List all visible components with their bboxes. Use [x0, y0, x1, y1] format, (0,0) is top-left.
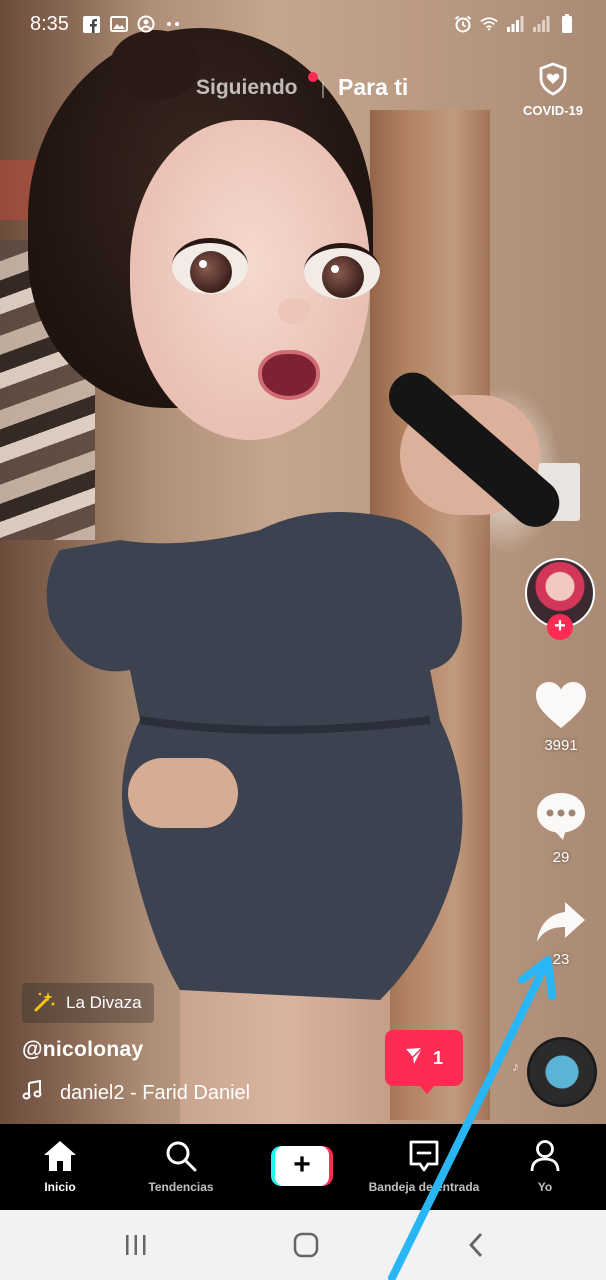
comment-icon	[534, 793, 588, 846]
instagram-icon	[137, 15, 155, 33]
home-button[interactable]	[276, 1228, 336, 1262]
comment-count: 29	[552, 849, 570, 866]
inbox-notification-badge[interactable]: 1	[385, 1030, 463, 1094]
back-button[interactable]	[446, 1228, 506, 1262]
covid-label: COVID-19	[523, 103, 583, 118]
create-button[interactable]: +	[271, 1146, 333, 1186]
recent-apps-button[interactable]	[106, 1228, 166, 1262]
nav-home[interactable]: Inicio	[0, 1138, 120, 1194]
music-disc[interactable]	[527, 1037, 597, 1107]
nav-discover[interactable]: Tendencias	[121, 1138, 241, 1194]
tab-following[interactable]: Siguiendo	[196, 76, 298, 100]
inbox-badge-count: 1	[432, 1047, 443, 1068]
signal-icon	[532, 15, 550, 33]
music-note-icon: ♪	[512, 1058, 519, 1074]
dress	[46, 512, 463, 1000]
home-icon	[0, 1138, 120, 1174]
music-note-icon	[22, 1079, 42, 1106]
video-frame[interactable]	[0, 0, 606, 1130]
follow-button[interactable]: +	[547, 614, 573, 640]
share-count: 23	[552, 951, 570, 968]
send-icon	[405, 1046, 423, 1070]
covid-info-button[interactable]: COVID-19	[518, 62, 588, 118]
sparkle-wand-icon	[34, 990, 56, 1017]
tab-for-you[interactable]: Para ti	[338, 74, 408, 101]
hand	[128, 758, 238, 828]
status-bar: 8:35	[0, 0, 606, 48]
like-button[interactable]: 3991	[521, 680, 601, 754]
image-icon	[109, 15, 128, 33]
search-icon	[121, 1138, 241, 1174]
music-title: daniel2 - Farid Daniel	[60, 1081, 251, 1104]
music-info[interactable]: daniel2 - Farid Daniel	[22, 1079, 251, 1106]
heart-icon	[534, 682, 588, 734]
feed-tabs: Siguiendo Para ti	[0, 70, 606, 110]
signal-icon	[506, 15, 524, 33]
android-nav-bar	[0, 1210, 606, 1280]
profile-icon	[485, 1138, 605, 1174]
avatar-mouth	[258, 350, 320, 400]
nav-discover-label: Tendencias	[148, 1180, 214, 1194]
effect-chip[interactable]: La Divaza	[22, 983, 154, 1023]
username[interactable]: @nicolonay	[22, 1038, 144, 1062]
bottom-nav: Inicio Tendencias + Bandeja de entrada Y…	[0, 1124, 606, 1210]
effect-name: La Divaza	[66, 993, 142, 1012]
nav-home-label: Inicio	[44, 1180, 76, 1194]
avatar-nose	[278, 298, 310, 324]
more-dots-icon	[164, 15, 182, 33]
status-time: 8:35	[30, 12, 69, 35]
tab-divider	[322, 82, 324, 98]
comment-button[interactable]: 29	[521, 790, 601, 866]
nav-inbox-label: Bandeja de entrada	[368, 1180, 480, 1194]
plus-icon: +	[275, 1146, 329, 1186]
nav-profile-label: Yo	[537, 1180, 553, 1194]
alarm-icon	[454, 15, 472, 33]
nav-profile[interactable]: Yo	[485, 1138, 605, 1194]
inbox-icon	[364, 1138, 484, 1174]
avatar-right-eye	[304, 243, 380, 299]
new-content-dot	[308, 72, 318, 82]
share-icon	[535, 902, 587, 948]
share-button[interactable]: 23	[521, 900, 601, 968]
avatar-left-eye	[172, 238, 248, 294]
wifi-icon	[480, 15, 498, 33]
facebook-icon	[83, 15, 101, 33]
shield-heart-icon	[538, 62, 568, 100]
battery-icon	[558, 14, 576, 33]
creator-avatar[interactable]: +	[525, 558, 597, 640]
like-count: 3991	[544, 737, 578, 754]
nav-inbox[interactable]: Bandeja de entrada	[364, 1138, 484, 1194]
